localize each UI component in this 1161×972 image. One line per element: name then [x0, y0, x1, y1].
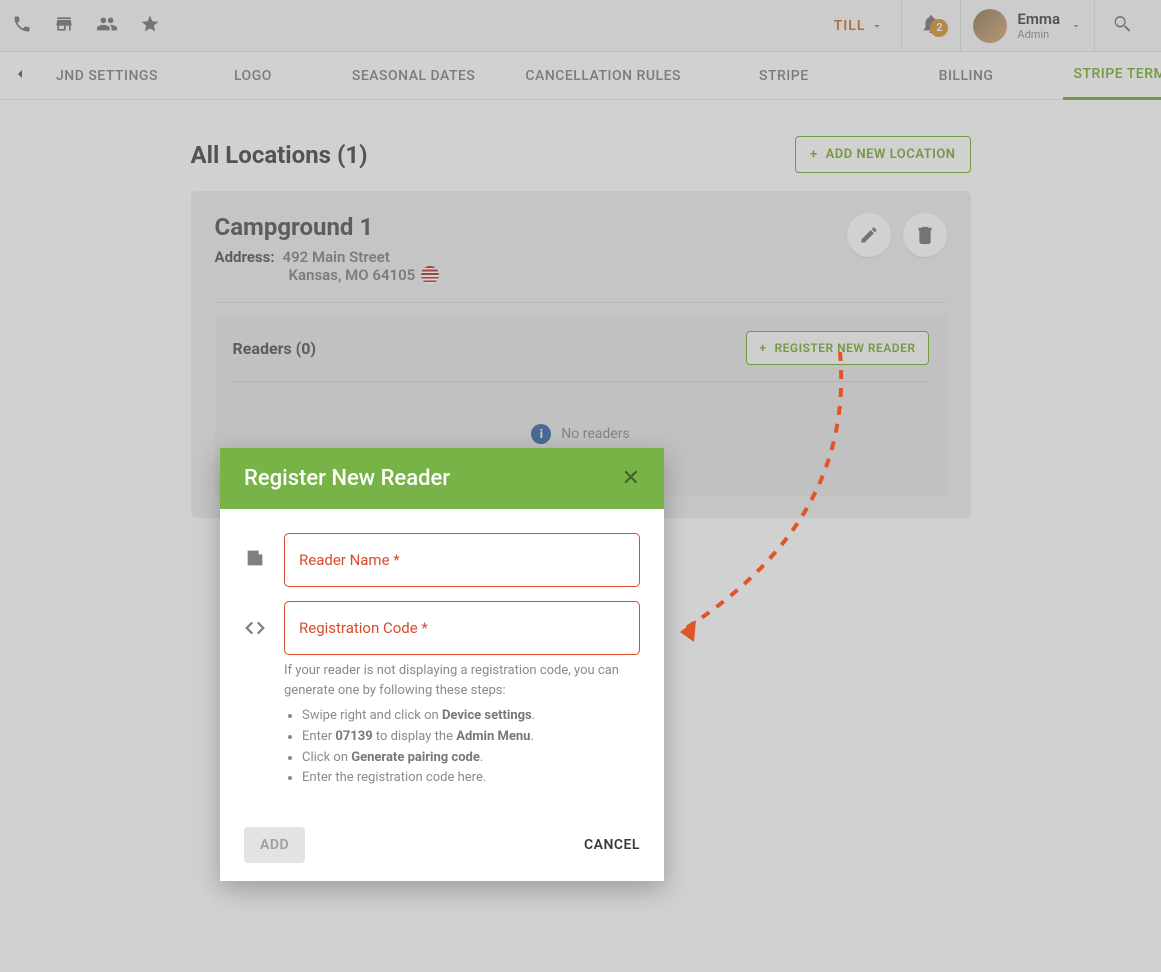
step-4: Enter the registration code here.: [302, 768, 640, 789]
close-button[interactable]: ✕: [622, 466, 640, 491]
cancel-button[interactable]: CANCEL: [584, 837, 640, 853]
code-icon: [244, 617, 266, 643]
steps-list: Swipe right and click on Device settings…: [284, 706, 640, 789]
step-3: Click on Generate pairing code.: [302, 748, 640, 769]
reader-name-placeholder: Reader Name *: [299, 551, 400, 569]
reader-name-input[interactable]: Reader Name *: [284, 533, 640, 587]
register-reader-modal: Register New Reader ✕ Reader Name * Regi…: [220, 448, 664, 881]
modal-title: Register New Reader: [244, 466, 450, 491]
help-text: If your reader is not displaying a regis…: [284, 661, 640, 700]
note-icon: [244, 547, 266, 573]
registration-code-input[interactable]: Registration Code *: [284, 601, 640, 655]
registration-code-placeholder: Registration Code *: [299, 619, 428, 637]
step-1: Swipe right and click on Device settings…: [302, 706, 640, 727]
step-2: Enter 07139 to display the Admin Menu.: [302, 727, 640, 748]
add-button[interactable]: ADD: [244, 827, 305, 863]
